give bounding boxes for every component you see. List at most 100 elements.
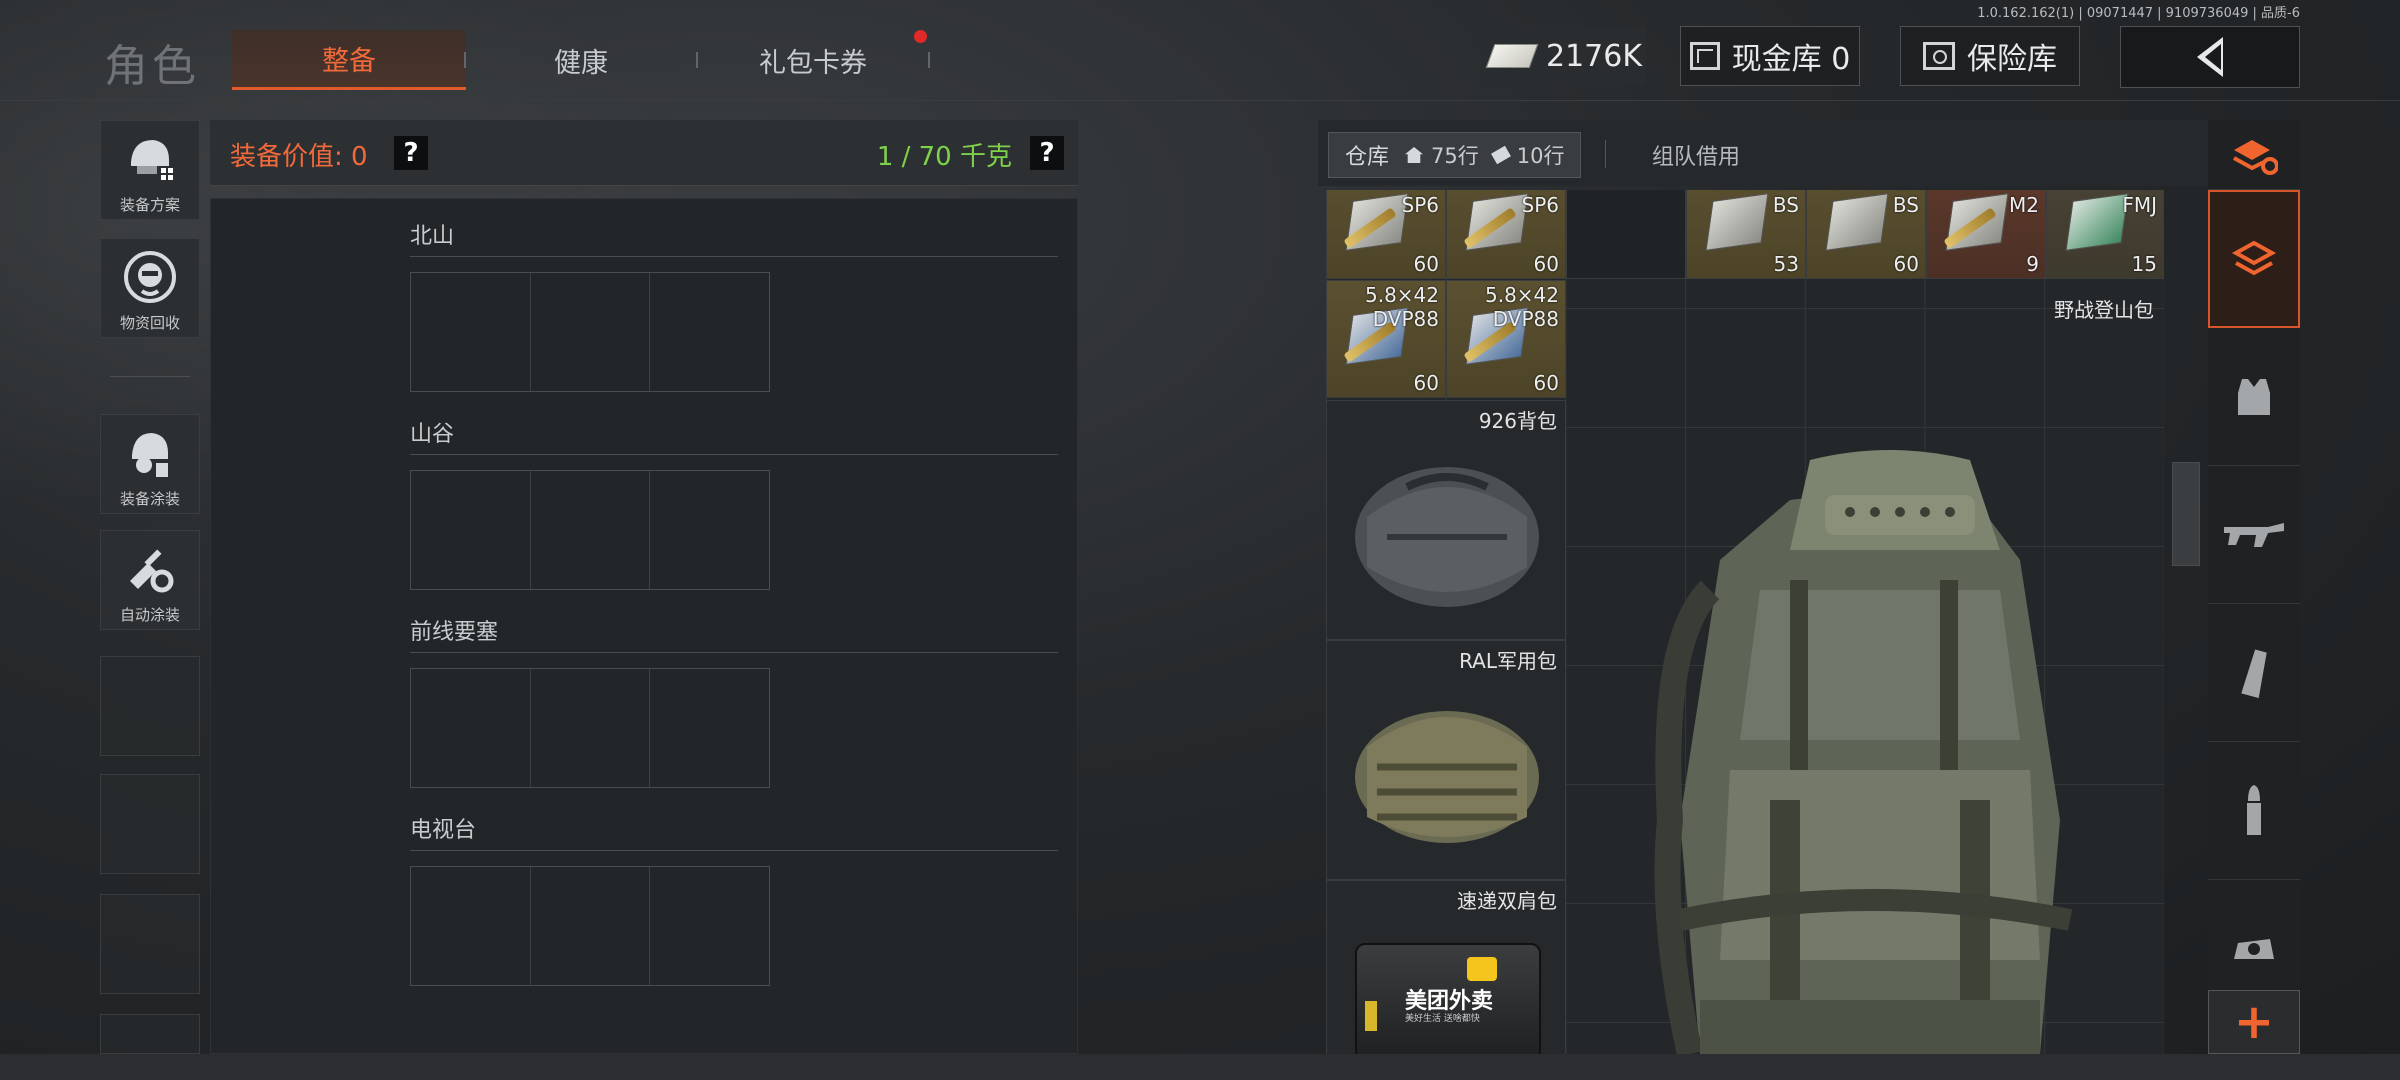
header-divider: [0, 100, 2400, 101]
delivery-bag-subtext: 美好生活 送啥都快: [1405, 1014, 1480, 1024]
slot[interactable]: [531, 471, 651, 589]
layers-sort-icon: [2231, 240, 2277, 276]
tab-health[interactable]: 健康: [464, 30, 698, 90]
map-slots-frontline-fortress[interactable]: [410, 668, 770, 788]
bag-item-926[interactable]: 926背包: [1326, 400, 1566, 640]
zipper-pull-icon: [1365, 1001, 1377, 1031]
sort-refresh-button[interactable]: [2208, 120, 2300, 190]
bag-name: 926背包: [1478, 409, 1557, 433]
ammo-count: 60: [1533, 252, 1559, 276]
tab-health-label: 健康: [554, 47, 608, 79]
tab-team-borrow[interactable]: 组队借用: [1652, 132, 1740, 178]
insurance-vault-label: 保险库: [1967, 42, 2057, 77]
sidebar-empty-slot: [100, 894, 200, 994]
ammo-name: .338 FMJ: [2112, 190, 2157, 217]
tab-equipment-label: 整备: [322, 46, 376, 77]
slot[interactable]: [411, 273, 531, 391]
safe-icon: [1923, 42, 1955, 70]
map-slots-valley[interactable]: [410, 470, 770, 590]
sidebar-item-auto-paint[interactable]: 自动涂装: [100, 530, 200, 630]
filter-magazine-button[interactable]: [2208, 604, 2300, 742]
sidebar-empty-slot: [100, 656, 200, 756]
bag-name: 速递双肩包: [1457, 889, 1557, 913]
ammo-count: 60: [1893, 252, 1919, 276]
sidebar-item-label: 装备涂装: [119, 490, 180, 508]
ammo-name: 12.7×99 M2: [1952, 190, 2039, 217]
backpack-926-image: [1355, 467, 1539, 607]
ammo-count: 60: [1413, 371, 1439, 395]
slot[interactable]: [531, 273, 651, 391]
tab-gift-coupons-label: 礼包卡券: [759, 47, 867, 79]
ammo-name: 9×39 SP6: [1504, 190, 1559, 217]
ammo-item[interactable]: 12.7×99 M2 9: [1926, 190, 2046, 279]
tab-warehouse[interactable]: 仓库 75行 10行: [1328, 132, 1582, 178]
sidebar-item-loadout-plans[interactable]: 装备方案: [100, 120, 200, 220]
slot[interactable]: [650, 669, 769, 787]
weight-help-button[interactable]: ?: [1030, 136, 1064, 170]
ammo-name: 5.45×39 BS: [1712, 190, 1799, 217]
ammo-count: 60: [1533, 371, 1559, 395]
sidebar-item-recycle[interactable]: 物资回收: [100, 238, 200, 338]
add-button[interactable]: +: [2208, 990, 2300, 1054]
bottom-bar: [0, 1054, 2400, 1080]
cash-vault-button[interactable]: 现金库 0: [1680, 26, 1860, 86]
slot[interactable]: [531, 867, 651, 985]
slot[interactable]: [411, 669, 531, 787]
sidebar-divider: [110, 376, 190, 377]
filter-armor-button[interactable]: [2208, 328, 2300, 466]
map-title-valley: 山谷: [410, 422, 455, 447]
sidebar-empty-slot: [100, 774, 200, 874]
warehouse-rows: 75行: [1431, 144, 1479, 168]
slot[interactable]: [411, 471, 531, 589]
vest-icon: [2238, 378, 2270, 415]
bag-item-delivery[interactable]: 速递双肩包 美团外卖 美好生活 送啥都快: [1326, 880, 1566, 1054]
delivery-bag-image: 美团外卖 美好生活 送啥都快: [1355, 943, 1541, 1054]
ammo-item[interactable]: 5.45×39 BS 60: [1806, 190, 1926, 279]
cash-vault-label: 现金库 0: [1731, 42, 1851, 77]
ammo-item[interactable]: .338 FMJ 15: [2046, 190, 2164, 279]
ammo-count: 60: [1413, 252, 1439, 276]
slot[interactable]: [411, 867, 531, 985]
filter-all-button[interactable]: [2208, 190, 2300, 328]
back-button[interactable]: [2120, 26, 2300, 88]
map-title-frontline-fortress: 前线要塞: [410, 620, 499, 645]
bag-name: 野战登山包: [2054, 298, 2154, 322]
map-slots-beishan[interactable]: [410, 272, 770, 392]
ammo-item[interactable]: 5.45×39 BS 53: [1686, 190, 1806, 279]
ammo-item[interactable]: 5.8×42 DVP88 60: [1446, 280, 1566, 398]
tab-equipment[interactable]: 整备: [232, 30, 466, 90]
warehouse-scrollbar[interactable]: [2172, 462, 2200, 566]
field-backpack-image[interactable]: [1640, 440, 2100, 1054]
empty-cell[interactable]: [1566, 190, 1686, 279]
map-divider: [410, 850, 1058, 851]
bullet-icon: [2247, 784, 2261, 835]
filter-weapon-button[interactable]: [2208, 466, 2300, 604]
house-icon: [1405, 147, 1424, 163]
slot[interactable]: [650, 273, 769, 391]
ticket-icon: [1490, 145, 1511, 165]
ammo-item[interactable]: 9×39 SP6 60: [1326, 190, 1446, 279]
backpack-ral-image: [1355, 711, 1539, 843]
paint-helmet-icon: [121, 424, 179, 482]
ammo-item[interactable]: 5.8×42 DVP88 60: [1326, 280, 1446, 398]
insurance-vault-button[interactable]: 保险库: [1900, 26, 2080, 86]
cash-icon: [1485, 44, 1539, 68]
sidebar-item-label: 装备方案: [119, 196, 180, 214]
currency-display: 2176K: [1485, 26, 1646, 86]
ammo-name: 9×39 SP6: [1384, 190, 1439, 217]
slot[interactable]: [650, 471, 769, 589]
bag-item-ral[interactable]: RAL军用包: [1326, 640, 1566, 880]
ammo-item[interactable]: 9×39 SP6 60: [1446, 190, 1566, 279]
tab-gift-coupons[interactable]: 礼包卡券: [696, 30, 930, 90]
weight-display: 1 / 70 千克: [876, 142, 1012, 172]
magazine-icon: [2241, 648, 2267, 698]
slot[interactable]: [531, 669, 651, 787]
value-help-button[interactable]: ?: [394, 136, 428, 170]
slot[interactable]: [650, 867, 769, 985]
rifle-icon: [2224, 522, 2284, 547]
filter-ammo-button[interactable]: [2208, 742, 2300, 880]
team-borrow-label: 组队借用: [1652, 145, 1741, 170]
map-slots-tv-station[interactable]: [410, 866, 770, 986]
sidebar-item-equipment-paint[interactable]: 装备涂装: [100, 414, 200, 514]
box-icon: [1689, 42, 1720, 70]
